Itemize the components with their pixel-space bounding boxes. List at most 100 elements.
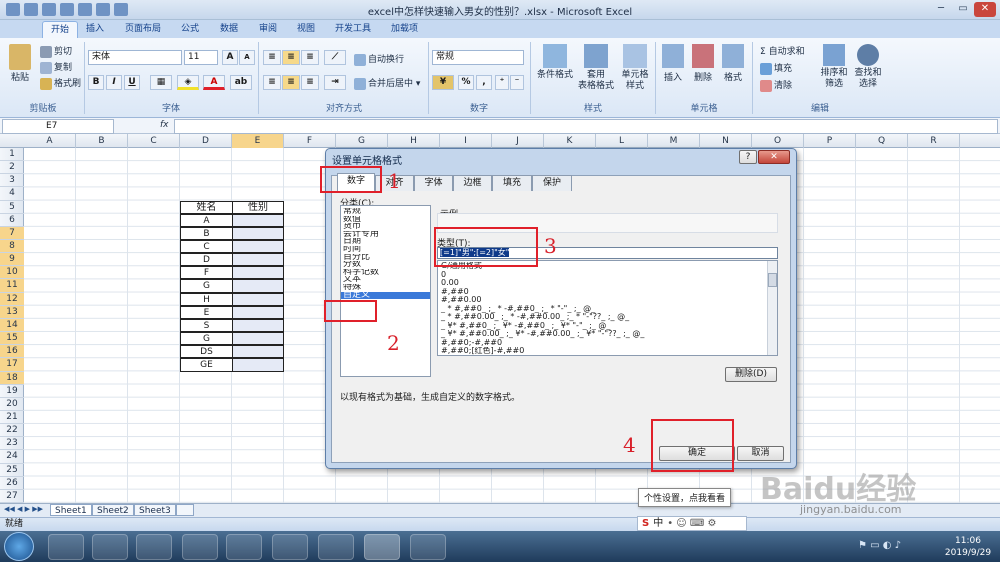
name-cell[interactable]: D [180, 253, 233, 267]
row-header-16[interactable]: 16 [0, 345, 24, 359]
category-item[interactable]: 常规 [341, 208, 430, 216]
column-header-H[interactable]: H [388, 134, 440, 148]
align-center-button[interactable]: ≡ [282, 75, 300, 90]
tab-1[interactable]: 插入 [78, 21, 112, 38]
row-header-17[interactable]: 17 [0, 358, 24, 372]
row-header-20[interactable]: 20 [0, 398, 24, 411]
name-cell[interactable]: E [180, 305, 233, 319]
orientation-button[interactable]: ⟋ [324, 50, 346, 65]
insert-sheet-tab[interactable] [176, 504, 194, 516]
tab-0[interactable]: 开始 [42, 21, 79, 38]
row-header-13[interactable]: 13 [0, 305, 24, 319]
clock[interactable]: 11:06 2019/9/29 [940, 535, 996, 559]
sheet-nav-arrows[interactable]: ◀◀ ◀ ▶ ▶▶ [4, 505, 43, 513]
gender-cell[interactable] [232, 318, 284, 333]
bold-button[interactable]: B [88, 75, 104, 90]
column-header-G[interactable]: G [336, 134, 388, 148]
start-button[interactable] [4, 532, 34, 561]
row-header-7[interactable]: 7 [0, 226, 24, 241]
taskbar-wechat-icon[interactable] [92, 534, 128, 560]
sheet-tab-3[interactable]: Sheet3 [134, 504, 176, 516]
format-list-scrollbar[interactable] [767, 261, 777, 355]
row-header-3[interactable]: 3 [0, 174, 24, 188]
name-cell[interactable]: G [180, 279, 233, 293]
font-color-button[interactable]: A [203, 75, 225, 90]
comma-button[interactable]: , [476, 75, 492, 90]
row-header-14[interactable]: 14 [0, 318, 24, 333]
row-header-21[interactable]: 21 [0, 411, 24, 425]
cut-button[interactable]: 剪切 [40, 44, 72, 58]
category-item[interactable]: 文本 [341, 276, 430, 284]
cell-styles-button[interactable]: 单元格 样式 [617, 44, 653, 92]
delete-cells-button[interactable]: 删除 [690, 44, 716, 83]
maximize-button[interactable]: ▭ [952, 2, 974, 17]
category-list[interactable]: 常规 数值 货币 会计专用 日期 时间 百分比 分数 科学记数 文本 特殊 自定义 [340, 205, 431, 377]
decrease-decimal-button[interactable]: ⁻ [510, 75, 524, 90]
column-header-E[interactable]: E [232, 134, 284, 148]
dialog-help-button[interactable]: ? [739, 150, 757, 164]
number-format-combo[interactable]: 常规 [432, 50, 524, 65]
name-cell[interactable]: C [180, 240, 233, 254]
sort-filter-button[interactable]: 排序和 筛选 [818, 44, 850, 90]
percent-button[interactable]: % [458, 75, 474, 90]
row-header-2[interactable]: 2 [0, 161, 24, 175]
dialog-tab-3[interactable]: 边框 [453, 175, 492, 191]
column-header-N[interactable]: N [700, 134, 752, 148]
tab-3[interactable]: 公式 [173, 21, 207, 38]
border-button[interactable]: ▦ [150, 75, 172, 90]
format-item[interactable]: _ * #,##0.00_ ;_ * -#,##0.00_ ;_ * "-"??… [438, 313, 777, 322]
category-item[interactable]: 自定义 [341, 291, 430, 300]
tab-7[interactable]: 开发工具 [327, 21, 379, 38]
row-header-27[interactable]: 27 [0, 490, 24, 503]
row-header-25[interactable]: 25 [0, 464, 24, 477]
column-header-C[interactable]: C [128, 134, 180, 148]
copy-button[interactable]: 复制 [40, 60, 72, 74]
category-item[interactable]: 日期 [341, 238, 430, 246]
tab-5[interactable]: 审阅 [251, 21, 285, 38]
name-cell[interactable]: DS [180, 345, 233, 359]
category-item[interactable]: 特殊 [341, 284, 430, 292]
gender-cell[interactable] [232, 279, 284, 293]
format-item[interactable]: 0.00 [438, 279, 777, 288]
row-header-5[interactable]: 5 [0, 201, 24, 214]
row-header-1[interactable]: 1 [0, 148, 24, 162]
format-item[interactable]: _ ¥* #,##0_ ;_ ¥* -#,##0_ ;_ ¥* "-"_ ;_ … [438, 322, 777, 331]
column-header-M[interactable]: M [648, 134, 700, 148]
gender-cell[interactable] [232, 358, 284, 372]
fx-button[interactable]: fx [160, 120, 169, 130]
increase-decimal-button[interactable]: ⁺ [495, 75, 509, 90]
name-cell[interactable]: B [180, 226, 233, 241]
font-size-combo[interactable]: 11 [184, 50, 218, 65]
scroll-thumb[interactable] [768, 273, 777, 287]
insert-cells-button[interactable]: 插入 [660, 44, 686, 83]
gender-cell[interactable] [232, 292, 284, 306]
formula-input[interactable] [174, 119, 998, 134]
align-bottom-button[interactable]: ≡ [301, 50, 319, 65]
merge-center-button[interactable]: 合并后居中 ▾ [354, 76, 420, 90]
column-header-O[interactable]: O [752, 134, 804, 148]
gender-cell[interactable] [232, 226, 284, 241]
format-item[interactable]: #,##0;-#,##0 [438, 339, 777, 348]
minimize-button[interactable]: ─ [930, 2, 952, 17]
clear-button[interactable]: 清除 [760, 78, 792, 92]
row-header-18[interactable]: 18 [0, 371, 24, 385]
taskbar-skype-icon[interactable] [136, 534, 172, 560]
row-header-15[interactable]: 15 [0, 332, 24, 346]
dialog-tab-4[interactable]: 填充 [492, 175, 532, 191]
category-item[interactable]: 数值 [341, 216, 430, 224]
phonetic-button[interactable]: ab [230, 75, 252, 90]
taskbar-excel-icon[interactable] [364, 534, 400, 560]
column-header-P[interactable]: P [804, 134, 856, 148]
format-as-table-button[interactable]: 套用 表格格式 [576, 44, 616, 92]
name-cell[interactable]: S [180, 318, 233, 333]
fill-button[interactable]: 填充 [760, 61, 792, 75]
italic-button[interactable]: I [106, 75, 122, 90]
row-header-23[interactable]: 23 [0, 437, 24, 451]
conditional-format-button[interactable]: 条件格式 [535, 44, 575, 81]
category-item[interactable]: 百分比 [341, 254, 430, 262]
align-middle-button[interactable]: ≡ [282, 50, 300, 65]
row-header-22[interactable]: 22 [0, 424, 24, 438]
paste-button[interactable]: 粘贴 [6, 44, 34, 83]
find-select-button[interactable]: 查找和 选择 [852, 44, 884, 90]
align-right-button[interactable]: ≡ [301, 75, 319, 90]
